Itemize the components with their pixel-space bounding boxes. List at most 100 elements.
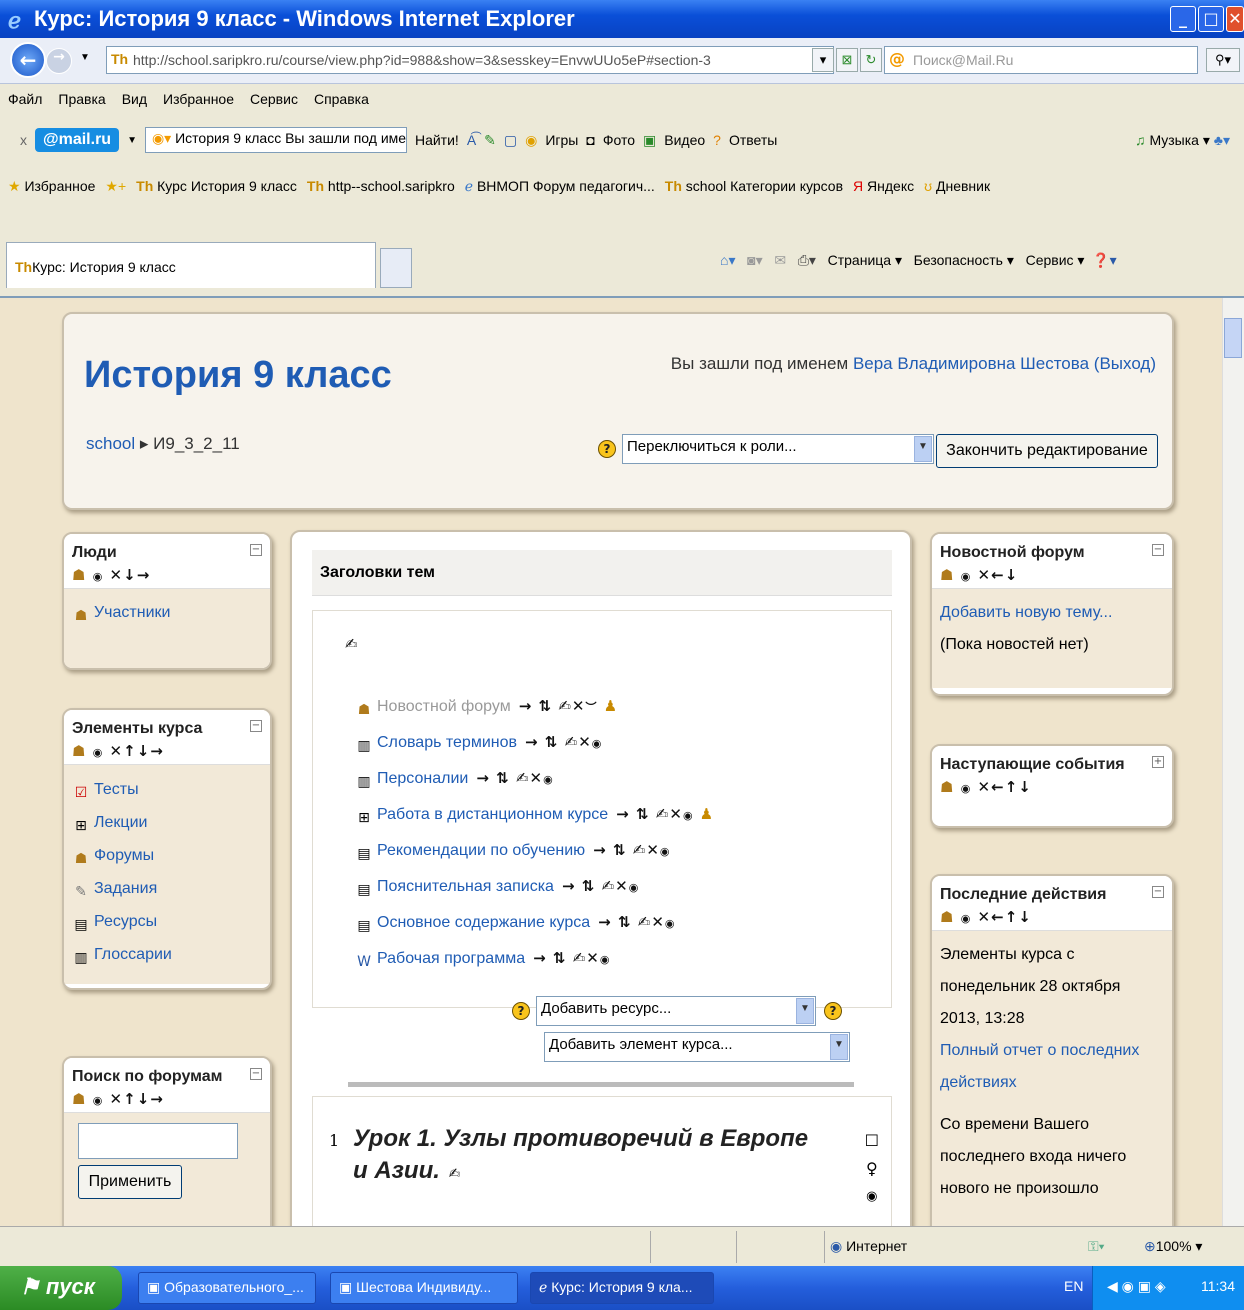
zoom-control[interactable]: ⊕100% ▾ [1144,1238,1202,1255]
home-icon[interactable]: ⌂▾ [720,252,735,268]
new-tab-button[interactable] [380,248,412,288]
fav-item-course[interactable]: Th Курс История 9 класс [136,178,297,194]
move-icon[interactable]: ⇅ [553,949,567,967]
delete-icon[interactable]: ✕ [651,913,665,931]
update-icon[interactable]: ✍ [602,877,616,895]
move-right-icon[interactable]: → [616,805,630,823]
move-up-icon[interactable]: ↑ [123,1090,137,1108]
delete-icon[interactable]: ✕ [572,697,586,715]
vertical-scrollbar[interactable] [1222,298,1244,1226]
hide-icon[interactable]: ◉ [961,782,972,795]
collapse-icon[interactable]: − [250,544,262,556]
taskbar-item-doc2[interactable]: ▣ Шестова Индивиду... [330,1272,518,1304]
menu-tools[interactable]: Сервис [250,91,298,107]
move-down-icon[interactable]: ↓ [1018,778,1032,796]
role-select[interactable]: Переключиться к роли... ▼ [622,434,934,464]
glossaries-link[interactable]: Глоссарии [94,946,172,963]
delete-icon[interactable]: ✕ [110,566,124,584]
quizzes-link[interactable]: Тесты [94,781,139,798]
expand-icon[interactable]: + [1152,756,1164,768]
taskbar-item-doc1[interactable]: ▣ Образовательного_... [138,1272,316,1304]
scrollbar-thumb[interactable] [1224,318,1242,358]
delete-icon[interactable]: ✕ [978,778,992,796]
move-right-icon[interactable]: → [562,877,576,895]
move-down-icon[interactable]: ↓ [1018,908,1032,926]
tray-icons[interactable]: ◀ ◉ ▣ ◈ [1107,1278,1166,1294]
eye-icon[interactable]: ◉ [600,953,611,966]
eye-icon[interactable]: ◉ [629,881,640,894]
search-input[interactable]: @ Поиск@Mail.Ru [884,46,1198,74]
resources-link[interactable]: Ресурсы [94,913,157,930]
move-left-icon[interactable]: ← [991,908,1005,926]
help-icon[interactable]: ? [824,1002,842,1020]
roles-icon[interactable]: ☗ [72,566,86,584]
user-link[interactable]: Вера Владимировна Шестова [853,354,1089,373]
update-icon[interactable]: ✍ [656,805,670,823]
delete-icon[interactable]: ✕ [978,566,992,584]
font-icon[interactable]: A͡ [467,132,476,148]
edit-summary-icon[interactable]: ✍ [345,635,359,653]
update-icon[interactable]: ✍ [516,769,530,787]
start-button[interactable]: ⚑ пуск [0,1266,122,1310]
back-button[interactable]: ← [10,42,46,78]
list-item[interactable]: ☗ Форумы [72,839,262,872]
resource-link-main-content[interactable]: Основное содержание курса [377,914,590,931]
move-icon[interactable]: ⇅ [636,805,650,823]
full-report-link-1[interactable]: Полный отчет о последних [940,1042,1139,1059]
page-icon[interactable]: ▢ [504,132,517,149]
move-up-icon[interactable]: ↑ [1005,778,1019,796]
delete-icon[interactable]: ✕ [646,841,660,859]
delete-icon[interactable]: ✕ [110,1090,124,1108]
games-link[interactable]: Игры [545,132,578,148]
maximize-button[interactable]: □ [1198,6,1224,32]
delete-icon[interactable]: ✕ [669,805,683,823]
marker-lightbulb-icon[interactable]: ♀ [865,1155,879,1183]
delete-icon[interactable]: ✕ [615,877,629,895]
fav-item-school[interactable]: Th http--school.saripkro [307,178,455,194]
protected-mode-icon[interactable]: ⚿▾ [1088,1238,1105,1255]
security-menu[interactable]: Безопасность ▾ [914,252,1014,268]
minimize-button[interactable]: _ [1170,6,1196,32]
add-topic-link[interactable]: Добавить новую тему... [940,604,1112,621]
move-icon[interactable]: ⇅ [545,733,559,751]
refresh-icon[interactable]: ↻ [860,48,882,72]
toolbar-close-icon[interactable]: x [20,132,27,148]
menu-favorites[interactable]: Избранное [163,91,234,107]
eye-icon[interactable]: ◉ [592,737,603,750]
move-right-icon[interactable]: → [150,742,164,760]
edit-summary-icon[interactable]: ✍ [449,1166,462,1182]
resource-link-distance-work[interactable]: Работа в дистанционном курсе [377,806,608,823]
update-icon[interactable]: ✍ [565,733,579,751]
hide-icon[interactable]: ◉ [93,570,104,583]
eye-icon[interactable]: ◉ [683,809,694,822]
forward-button[interactable]: → [46,48,72,74]
menu-file[interactable]: Файл [8,91,42,107]
resource-link-glossary[interactable]: Словарь терминов [377,734,517,751]
mailru-logo[interactable]: @mail.ru [35,128,120,152]
fav-item-yandex[interactable]: Я Яндекс [853,178,914,194]
delete-icon[interactable]: ✕ [578,733,592,751]
collapse-icon[interactable]: − [250,720,262,732]
resource-link-explanatory-note[interactable]: Пояснительная записка [377,878,554,895]
resource-link-persons[interactable]: Персоналии [377,770,468,787]
list-item[interactable]: ⊞ Лекции [72,806,262,839]
collapse-icon[interactable]: − [250,1068,262,1080]
roles-icon[interactable]: ☗ [940,778,954,796]
list-item[interactable]: ☗ Участники [72,597,262,629]
mailru-search-field[interactable]: ◉▾ История 9 класс Вы зашли под имене [144,127,407,153]
favorites-button[interactable]: ★ Избранное [8,178,95,195]
highlight-checkbox-icon[interactable]: ☐ [865,1127,879,1155]
list-item[interactable]: ✎ Задания [72,872,262,905]
compat-icon[interactable]: ⊠ [836,48,858,72]
move-down-icon[interactable]: ↓ [137,742,151,760]
feeds-icon[interactable]: ◙▾ [747,252,762,268]
move-icon[interactable]: ⇅ [613,841,627,859]
move-up-icon[interactable]: ↑ [123,742,137,760]
menu-view[interactable]: Вид [122,91,147,107]
forums-link[interactable]: Форумы [94,847,154,864]
resource-link-recommendations[interactable]: Рекомендации по обучению [377,842,585,859]
list-item[interactable]: ☑ Тесты [72,773,262,806]
collapse-icon[interactable]: − [1152,544,1164,556]
eye-icon[interactable]: ◉ [543,773,554,786]
breadcrumb-root[interactable]: school [86,434,135,453]
